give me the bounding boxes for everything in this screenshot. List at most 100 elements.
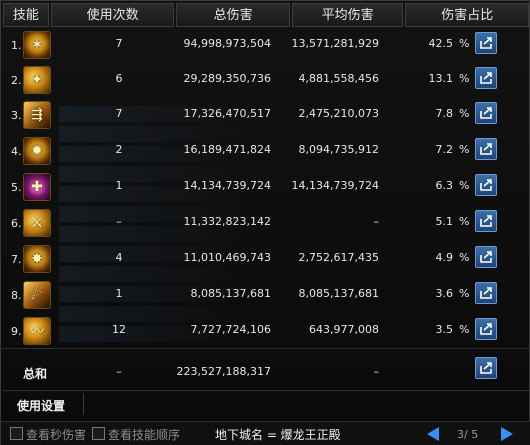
share-icon	[480, 143, 492, 155]
skill-icon-5: ✚	[23, 173, 51, 201]
percent-sign: %	[459, 143, 470, 156]
skill-icon-3: ⇶	[23, 101, 51, 129]
row-damage-share: 4.9	[435, 251, 454, 264]
total-row: 总和 – 223,527,188,317 –	[1, 357, 530, 385]
row-damage-share: 7.8	[435, 107, 454, 120]
header-damage-share: 伤害占比	[405, 3, 529, 27]
row-index: 5.	[11, 181, 22, 194]
table-row: 2. ✦ 6 29,289,350,736 4,881,558,456 13.1…	[1, 64, 530, 96]
row-avg-damage: 14,134,739,724	[291, 179, 379, 192]
percent-sign: %	[459, 215, 470, 228]
header-skill: 技能	[3, 3, 49, 27]
percent-sign: %	[459, 37, 470, 50]
percent-sign: %	[459, 323, 470, 336]
skill-order-checkbox[interactable]	[92, 427, 105, 440]
percent-sign: %	[459, 179, 470, 192]
row-total-damage: 14,134,739,724	[183, 179, 271, 192]
row-avg-damage: 2,752,617,435	[298, 251, 379, 264]
header-total-damage: 总伤害	[176, 3, 290, 27]
row-total-damage: 11,010,469,743	[183, 251, 271, 264]
table-row: 9. 〰 12 7,727,724,106 643,977,008 3.5 %	[1, 315, 530, 347]
skill-icon-9: 〰	[23, 317, 51, 345]
dungeon-name: 地下城名 = 爆龙王正殿	[215, 428, 341, 442]
row-total-damage: 29,289,350,736	[183, 72, 271, 85]
row-index: 1.	[11, 39, 22, 52]
share-button[interactable]	[475, 174, 497, 196]
row-index: 2.	[11, 74, 22, 87]
row-damage-share: 13.1	[428, 72, 454, 85]
settings-title: 使用设置	[17, 399, 66, 413]
row-avg-damage: 4,881,558,456	[298, 72, 379, 85]
skill-icon-8: ☄	[23, 281, 51, 309]
table-row: 5. ✚ 1 14,134,739,724 14,134,739,724 6.3…	[1, 171, 530, 203]
total-avg-damage: –	[373, 365, 380, 378]
settings-bar: 使用设置	[3, 390, 529, 416]
row-total-damage: 7,727,724,106	[190, 323, 271, 336]
per-second-damage-checkbox[interactable]	[10, 427, 23, 440]
row-avg-damage: 643,977,008	[309, 323, 379, 336]
prev-page-icon[interactable]	[427, 427, 439, 441]
share-icon	[480, 179, 492, 191]
row-total-damage: 8,085,137,681	[190, 287, 271, 300]
percent-sign: %	[459, 287, 470, 300]
row-index: 7.	[11, 253, 22, 266]
row-total-damage: 16,189,471,824	[183, 143, 271, 156]
share-button[interactable]	[475, 102, 497, 124]
row-damage-share: 3.6	[435, 287, 454, 300]
percent-sign: %	[459, 107, 470, 120]
per-second-damage-label[interactable]: 查看秒伤害	[26, 426, 86, 443]
total-label: 总和	[23, 367, 48, 381]
skill-icon-6: ⚔	[23, 209, 51, 237]
table-row: 6. ⚔ – 11,332,823,142 – 5.1 %	[1, 207, 530, 239]
share-icon	[480, 362, 492, 374]
row-total-damage: 17,326,470,517	[183, 107, 271, 120]
total-damage-sum: 223,527,188,317	[176, 365, 271, 378]
share-button[interactable]	[475, 210, 497, 232]
table-row: 4. ✹ 2 16,189,471,824 8,094,735,912 7.2 …	[1, 135, 530, 167]
divider	[1, 348, 530, 349]
share-button[interactable]	[475, 318, 497, 340]
table-row: 3. ⇶ 7 17,326,470,517 2,475,210,073 7.8 …	[1, 99, 530, 131]
share-button[interactable]	[475, 282, 497, 304]
settings-separator	[83, 393, 84, 415]
row-index: 3.	[11, 109, 22, 122]
row-total-damage: 94,998,973,504	[183, 37, 271, 50]
footer-bar: 查看秒伤害 查看技能顺序 地下城名 = 爆龙王正殿 3/ 5	[1, 421, 530, 445]
share-button[interactable]	[475, 246, 497, 268]
row-index: 4.	[11, 145, 22, 158]
share-button[interactable]	[475, 32, 497, 54]
row-avg-damage: 2,475,210,073	[298, 107, 379, 120]
table-header: 技能 使用次数 总伤害 平均伤害 伤害占比	[3, 3, 529, 29]
row-avg-damage: 8,085,137,681	[298, 287, 379, 300]
row-index: 8.	[11, 289, 22, 302]
share-button[interactable]	[475, 138, 497, 160]
page-indicator: 3/ 5	[457, 428, 479, 441]
row-damage-share: 6.3	[435, 179, 454, 192]
row-index: 6.	[11, 217, 22, 230]
next-page-icon[interactable]	[501, 427, 513, 441]
damage-stats-panel: 技能 使用次数 总伤害 平均伤害 伤害占比 1. ✶ 7 94,998,973,…	[0, 0, 530, 445]
row-avg-damage: –	[373, 215, 380, 228]
share-icon	[480, 37, 492, 49]
percent-sign: %	[459, 251, 470, 264]
table-row: 8. ☄ 1 8,085,137,681 8,085,137,681 3.6 %	[1, 279, 530, 311]
share-icon	[480, 215, 492, 227]
share-icon	[480, 72, 492, 84]
row-avg-damage: 13,571,281,929	[291, 37, 379, 50]
skill-icon-4: ✹	[23, 137, 51, 165]
row-damage-share: 7.2	[435, 143, 454, 156]
share-icon	[480, 323, 492, 335]
row-damage-share: 3.5	[435, 323, 454, 336]
skill-icon-1: ✶	[23, 31, 51, 59]
share-button[interactable]	[475, 67, 497, 89]
row-total-damage: 11,332,823,142	[183, 215, 271, 228]
row-avg-damage: 8,094,735,912	[298, 143, 379, 156]
table-row: 1. ✶ 7 94,998,973,504 13,571,281,929 42.…	[1, 29, 530, 61]
header-avg-damage: 平均伤害	[291, 3, 404, 27]
skill-order-label[interactable]: 查看技能顺序	[108, 426, 180, 443]
row-index: 9.	[11, 325, 22, 338]
table-row: 7. ✸ 4 11,010,469,743 2,752,617,435 4.9 …	[1, 243, 530, 275]
row-damage-share: 42.5	[428, 37, 454, 50]
share-total-button[interactable]	[475, 357, 497, 379]
skill-icon-2: ✦	[23, 66, 51, 94]
